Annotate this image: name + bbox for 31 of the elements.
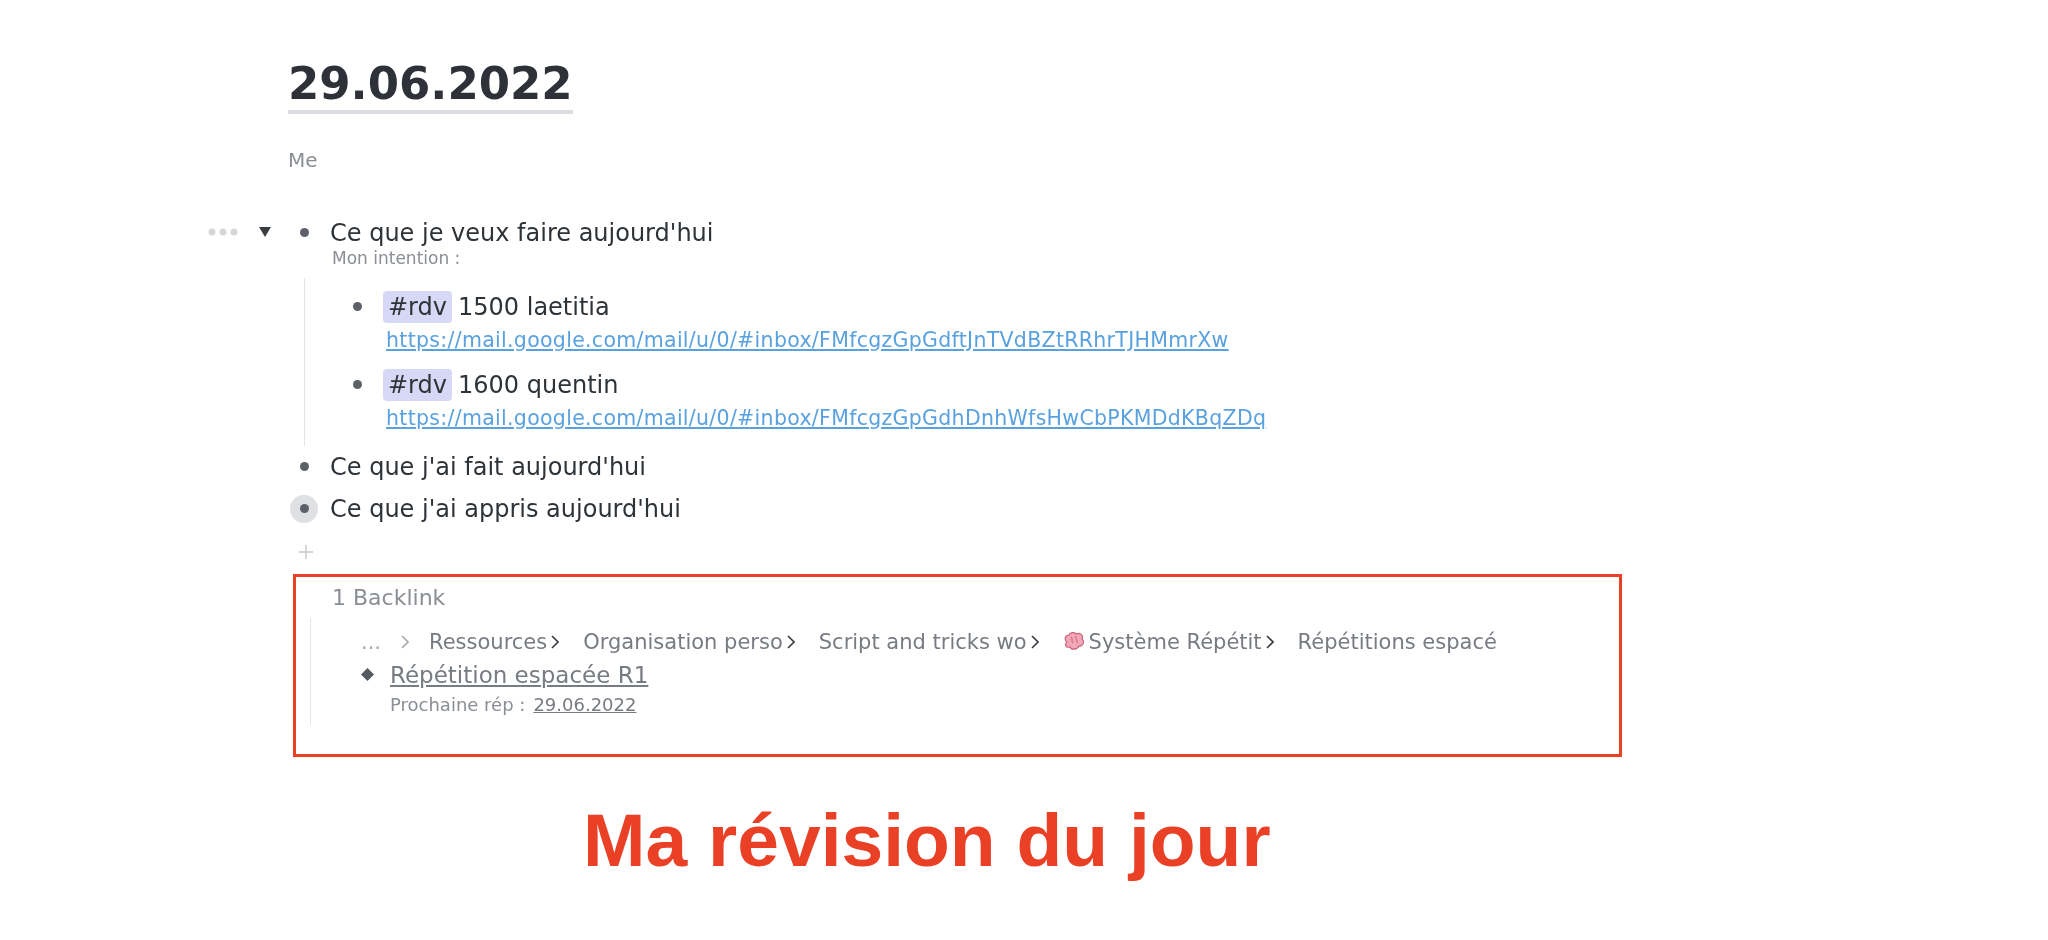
backlink-count: 1 Backlink (332, 584, 446, 610)
breadcrumb-item[interactable]: ... (361, 629, 382, 654)
block-text: Ce que j'ai appris aujourd'hui (330, 494, 681, 523)
chevron-icon (1030, 634, 1039, 649)
tag[interactable]: #rdv (383, 290, 452, 323)
chevron-icon (786, 634, 795, 649)
collapse-caret-icon[interactable] (258, 225, 272, 238)
chevron-icon (401, 634, 410, 649)
page-title: 29.06.2022 (288, 58, 573, 114)
url-link[interactable]: https://mail.google.com/mail/u/0/#inbox/FMfcgzGpGdftJnTVdBZtRRhrTJHMmrXw (386, 327, 2048, 352)
block-text: Ce que je veux faire aujourd'hui (330, 218, 714, 247)
date-link[interactable]: 29.06.2022 (533, 693, 637, 715)
page-subtitle: Me (288, 147, 318, 172)
property-label: Prochaine rép : (390, 693, 526, 715)
tag[interactable]: #rdv (383, 368, 452, 401)
block-note: Mon intention : (332, 247, 461, 268)
url-link[interactable]: https://mail.google.com/mail/u/0/#inbox/FMfcgzGpGdhDnhWfsHwCbPKMDdKBqZDq (386, 405, 2048, 430)
breadcrumb-item[interactable]: Organisation perso (583, 629, 783, 654)
chevron-icon (1265, 634, 1274, 649)
annotation-text: Ma révision du jour (583, 796, 1271, 883)
diamond-bullet-icon (361, 668, 374, 682)
breadcrumb-item[interactable]: Répétitions espacé (1297, 629, 1497, 654)
backlink-title-link[interactable]: Répétition espacée R1 (390, 661, 649, 688)
bullet[interactable] (290, 494, 318, 523)
breadcrumb-item[interactable]: Système Répétit (1088, 629, 1262, 654)
block-text: 1600 quentin (458, 370, 619, 399)
breadcrumb-item[interactable]: Script and tricks wo (818, 629, 1027, 654)
block-text: Ce que j'ai fait aujourd'hui (330, 452, 646, 481)
breadcrumb-item[interactable]: Ressources (429, 629, 548, 654)
block-text: 1500 laetitia (458, 292, 610, 321)
chevron-icon (551, 634, 560, 649)
